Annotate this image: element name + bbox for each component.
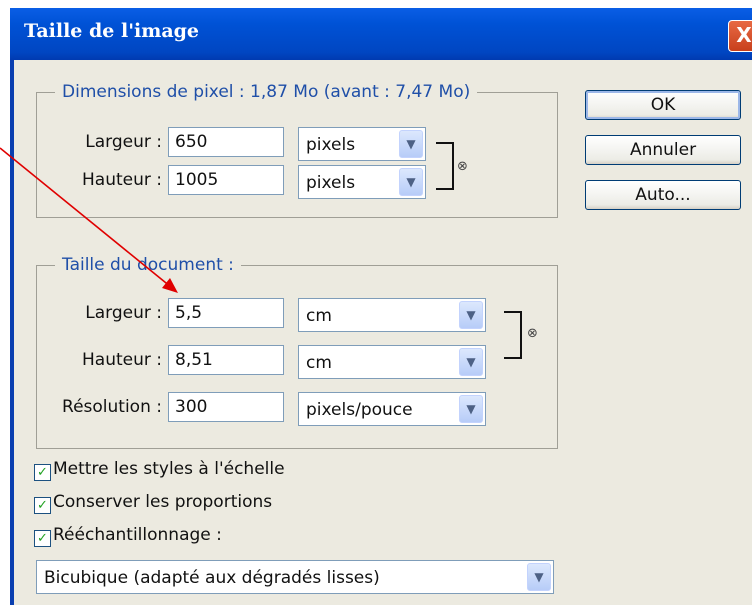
doc-height-unit-value: cm (306, 353, 332, 373)
dialog-title: Taille de l'image (24, 20, 200, 42)
resample-method-select[interactable]: Bicubique (adapté aux dégradés lisses) ▼ (36, 560, 554, 594)
chevron-down-icon[interactable]: ▼ (527, 563, 551, 591)
auto-button[interactable]: Auto... (585, 180, 741, 210)
image-size-dialog: Taille de l'image X Dimensions de pixel … (10, 8, 752, 605)
ok-button[interactable]: OK (585, 90, 741, 120)
scale-styles-option[interactable]: ✓ Mettre les styles à l'échelle (34, 459, 285, 481)
resolution-label: Résolution : (62, 397, 162, 417)
pixel-width-label: Largeur : (85, 132, 162, 152)
pixel-width-unit-value: pixels (306, 135, 356, 155)
title-bar: Taille de l'image X (10, 8, 752, 60)
doc-height-unit-select[interactable]: cm ▼ (298, 345, 486, 379)
pixel-dimensions-group: Dimensions de pixel : 1,87 Mo (avant : 7… (36, 82, 558, 218)
doc-width-unit-select[interactable]: cm ▼ (298, 298, 486, 332)
pixel-height-label: Hauteur : (82, 170, 162, 190)
doc-width-label: Largeur : (85, 303, 162, 323)
resample-method-value: Bicubique (adapté aux dégradés lisses) (44, 568, 380, 588)
checkmark-icon: ✓ (37, 465, 48, 480)
pixel-link-bracket (436, 142, 454, 190)
constrain-proportions-label: Conserver les proportions (53, 492, 273, 512)
pixel-dimensions-legend: Dimensions de pixel : 1,87 Mo (avant : 7… (55, 82, 478, 102)
chevron-down-icon[interactable]: ▼ (459, 348, 483, 376)
cancel-button[interactable]: Annuler (585, 135, 741, 165)
resample-label: Rééchantillonnage : (53, 525, 222, 545)
checkmark-icon: ✓ (37, 498, 48, 513)
close-icon: X (736, 23, 752, 47)
chevron-down-icon[interactable]: ▼ (399, 168, 423, 196)
document-link-bracket (504, 311, 522, 359)
doc-height-field[interactable]: 8,51 (168, 345, 284, 375)
resample-option[interactable]: ✓ Rééchantillonnage : (34, 525, 222, 547)
pixel-height-field[interactable]: 1005 (168, 165, 284, 195)
resolution-field[interactable]: 300 (168, 392, 284, 422)
pixel-height-unit-select[interactable]: pixels ▼ (298, 165, 426, 199)
resolution-unit-value: pixels/pouce (306, 400, 413, 420)
scale-styles-label: Mettre les styles à l'échelle (53, 459, 285, 479)
constrain-proportions-checkbox[interactable]: ✓ (34, 497, 51, 514)
pixel-width-field[interactable]: 650 (168, 127, 284, 157)
constrain-proportions-option[interactable]: ✓ Conserver les proportions (34, 492, 272, 514)
doc-height-label: Hauteur : (82, 350, 162, 370)
doc-width-unit-value: cm (306, 306, 332, 326)
document-size-legend: Taille du document : (55, 255, 241, 275)
chevron-down-icon[interactable]: ▼ (399, 130, 423, 158)
doc-width-field[interactable]: 5,5 (168, 298, 284, 328)
resolution-unit-select[interactable]: pixels/pouce ▼ (298, 392, 486, 426)
resample-checkbox[interactable]: ✓ (34, 530, 51, 547)
window-border (10, 60, 14, 605)
scale-styles-checkbox[interactable]: ✓ (34, 464, 51, 481)
pixel-height-unit-value: pixels (306, 173, 356, 193)
close-button[interactable]: X (728, 20, 752, 52)
chain-link-icon: ⊗ (457, 159, 468, 174)
chain-link-icon: ⊗ (527, 326, 538, 341)
pixel-width-unit-select[interactable]: pixels ▼ (298, 127, 426, 161)
chevron-down-icon[interactable]: ▼ (459, 395, 483, 423)
chevron-down-icon[interactable]: ▼ (459, 301, 483, 329)
checkmark-icon: ✓ (37, 531, 48, 546)
